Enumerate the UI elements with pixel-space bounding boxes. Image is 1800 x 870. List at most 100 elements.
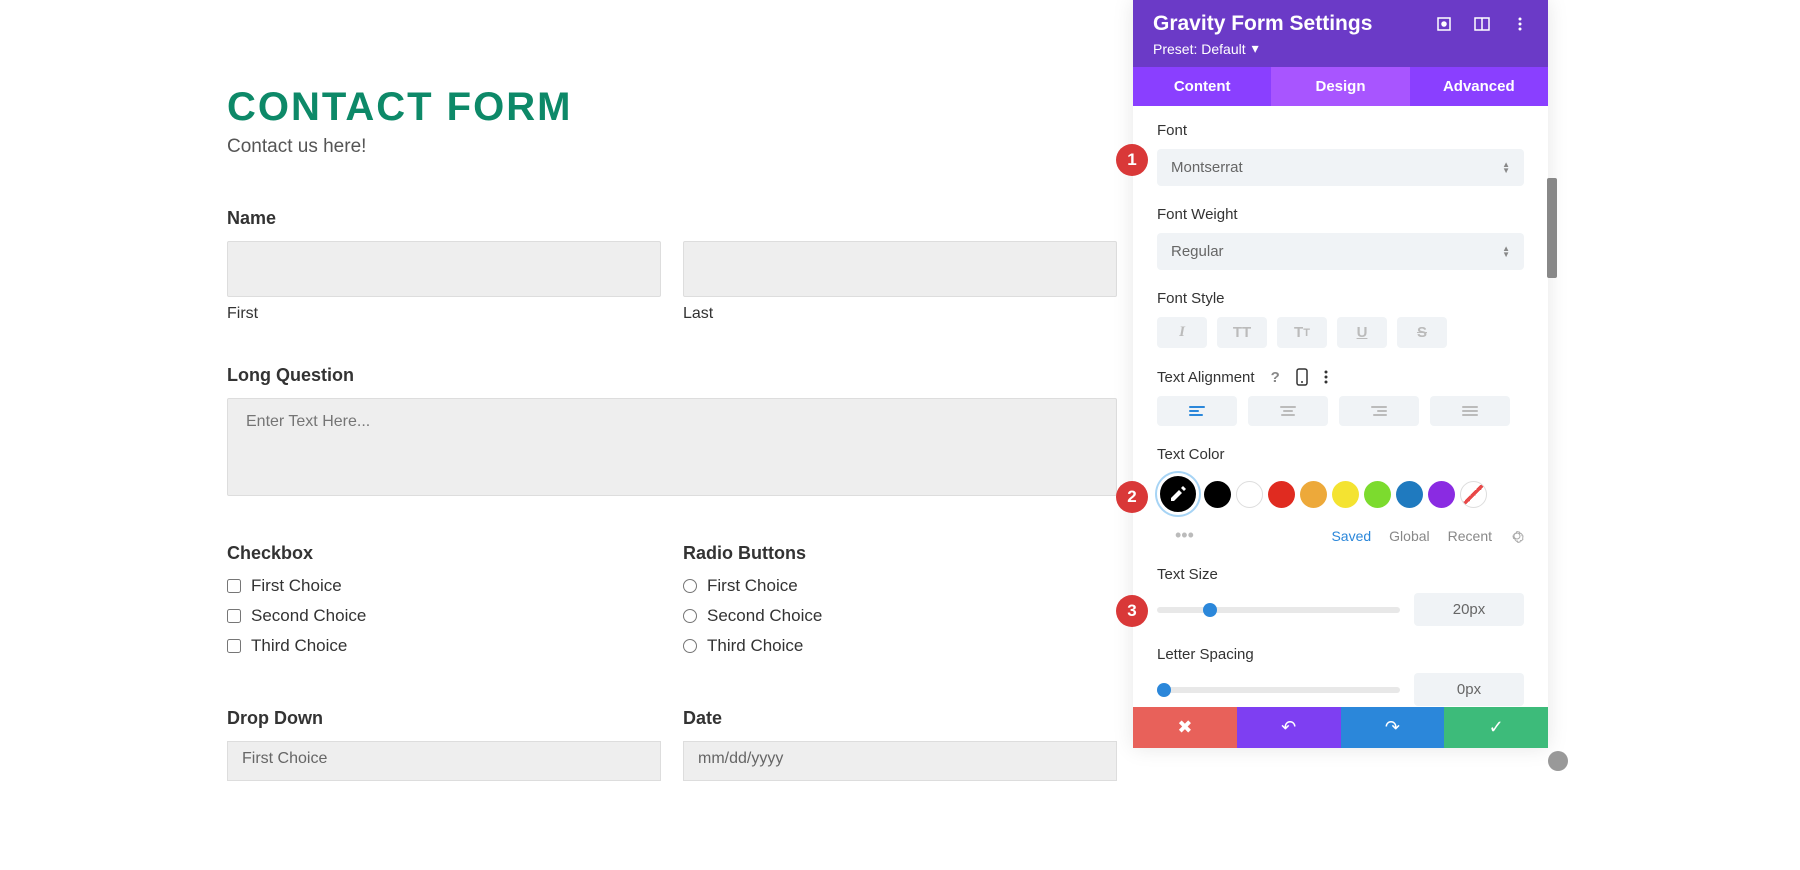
radio-input[interactable] (683, 639, 697, 653)
more-icon[interactable] (1324, 370, 1328, 384)
text-size-slider[interactable] (1157, 607, 1400, 613)
dropdown-select[interactable]: First Choice (227, 741, 661, 781)
form-subtitle: Contact us here! (227, 136, 1117, 158)
letter-spacing-value[interactable]: 0px (1414, 673, 1524, 706)
font-style-label: Font Style (1157, 290, 1524, 307)
tab-content[interactable]: Content (1133, 67, 1271, 106)
underline-button[interactable]: U (1337, 317, 1387, 348)
dropdown-label: Drop Down (227, 708, 661, 729)
more-colors-icon[interactable]: ••• (1175, 525, 1194, 546)
tab-design[interactable]: Design (1271, 67, 1409, 106)
panel-footer: ✖ ↶ ↷ ✓ (1133, 707, 1548, 748)
cancel-button[interactable]: ✖ (1133, 707, 1237, 748)
font-label: Font (1157, 122, 1524, 139)
eyedropper-icon (1168, 484, 1188, 504)
gear-icon[interactable] (1510, 529, 1524, 543)
text-size-label: Text Size (1157, 566, 1524, 583)
color-swatch-yellow[interactable] (1332, 481, 1359, 508)
font-weight-select[interactable]: Regular ▲▼ (1157, 233, 1524, 270)
date-group: Date mm/dd/yyyy (683, 708, 1117, 781)
color-picker-button[interactable] (1157, 473, 1199, 515)
panel-body: Font Montserrat ▲▼ Font Weight Regular ▲… (1133, 106, 1548, 707)
date-input[interactable]: mm/dd/yyyy (683, 741, 1117, 781)
smallcaps-button[interactable]: TT (1277, 317, 1327, 348)
corner-settings-icon[interactable] (1548, 751, 1568, 771)
checkbox-item[interactable]: First Choice (227, 576, 661, 596)
uppercase-button[interactable]: TT (1217, 317, 1267, 348)
radio-item[interactable]: Second Choice (683, 606, 1117, 626)
help-icon[interactable]: ? (1271, 369, 1280, 386)
checkbox-input[interactable] (227, 639, 241, 653)
color-swatch-none[interactable] (1460, 481, 1487, 508)
text-color-label: Text Color (1157, 446, 1524, 463)
form-canvas: CONTACT FORM Contact us here! Name First… (227, 85, 1117, 823)
name-label: Name (227, 208, 1117, 229)
panel-title: Gravity Form Settings (1153, 12, 1372, 36)
slider-thumb[interactable] (1157, 683, 1171, 697)
text-alignment-label: Text Alignment ? (1157, 368, 1524, 386)
preset-selector[interactable]: Preset: Default ▾ (1153, 40, 1528, 57)
text-size-value[interactable]: 20px (1414, 593, 1524, 626)
date-label: Date (683, 708, 1117, 729)
select-arrows-icon: ▲▼ (1502, 162, 1510, 174)
checkbox-input[interactable] (227, 609, 241, 623)
last-name-input[interactable] (683, 241, 1117, 297)
align-right-button[interactable] (1339, 396, 1419, 426)
annotation-marker-2: 2 (1116, 481, 1148, 513)
color-swatch-purple[interactable] (1428, 481, 1455, 508)
menu-icon[interactable] (1512, 16, 1528, 32)
radio-label: Radio Buttons (683, 543, 1117, 564)
long-question-label: Long Question (227, 365, 1117, 386)
scrollbar-thumb[interactable] (1547, 178, 1557, 278)
long-question-textarea[interactable] (227, 398, 1117, 496)
settings-panel: Gravity Form Settings Preset: Default ▾ … (1133, 0, 1548, 748)
mobile-icon[interactable] (1296, 368, 1308, 386)
color-tab-global[interactable]: Global (1389, 528, 1429, 544)
first-name-input[interactable] (227, 241, 661, 297)
strikethrough-button[interactable]: S (1397, 317, 1447, 348)
color-swatch-red[interactable] (1268, 481, 1295, 508)
letter-spacing-label: Letter Spacing (1157, 646, 1524, 663)
font-select[interactable]: Montserrat ▲▼ (1157, 149, 1524, 186)
name-field-group: Name First Last (227, 208, 1117, 323)
color-swatch-blue[interactable] (1396, 481, 1423, 508)
radio-item[interactable]: First Choice (683, 576, 1117, 596)
expand-icon[interactable] (1436, 16, 1452, 32)
checkbox-item[interactable]: Third Choice (227, 636, 661, 656)
align-center-button[interactable] (1248, 396, 1328, 426)
columns-icon[interactable] (1474, 16, 1490, 32)
long-question-group: Long Question (227, 365, 1117, 501)
radio-input[interactable] (683, 579, 697, 593)
color-swatch-orange[interactable] (1300, 481, 1327, 508)
color-swatch-white[interactable] (1236, 481, 1263, 508)
font-weight-label: Font Weight (1157, 206, 1524, 223)
radio-input[interactable] (683, 609, 697, 623)
panel-tabs: Content Design Advanced (1133, 67, 1548, 106)
annotation-marker-1: 1 (1116, 144, 1148, 176)
color-swatch-black[interactable] (1204, 481, 1231, 508)
panel-header: Gravity Form Settings Preset: Default ▾ (1133, 0, 1548, 67)
radio-item[interactable]: Third Choice (683, 636, 1117, 656)
form-title: CONTACT FORM (227, 85, 1117, 130)
last-sublabel: Last (683, 305, 1117, 323)
dropdown-group: Drop Down First Choice (227, 708, 661, 781)
color-tab-recent[interactable]: Recent (1448, 528, 1492, 544)
save-button[interactable]: ✓ (1444, 707, 1548, 748)
tab-advanced[interactable]: Advanced (1410, 67, 1548, 106)
color-swatch-green[interactable] (1364, 481, 1391, 508)
radio-group: Radio Buttons First Choice Second Choice… (683, 543, 1117, 666)
align-justify-button[interactable] (1430, 396, 1510, 426)
redo-button[interactable]: ↷ (1341, 707, 1445, 748)
checkbox-label: Checkbox (227, 543, 661, 564)
color-tab-saved[interactable]: Saved (1331, 528, 1371, 544)
undo-button[interactable]: ↶ (1237, 707, 1341, 748)
italic-button[interactable]: I (1157, 317, 1207, 348)
letter-spacing-slider[interactable] (1157, 687, 1400, 693)
annotation-marker-3: 3 (1116, 595, 1148, 627)
slider-thumb[interactable] (1203, 603, 1217, 617)
chevron-down-icon: ▾ (1252, 40, 1259, 57)
checkbox-input[interactable] (227, 579, 241, 593)
select-arrows-icon: ▲▼ (1502, 246, 1510, 258)
checkbox-item[interactable]: Second Choice (227, 606, 661, 626)
align-left-button[interactable] (1157, 396, 1237, 426)
